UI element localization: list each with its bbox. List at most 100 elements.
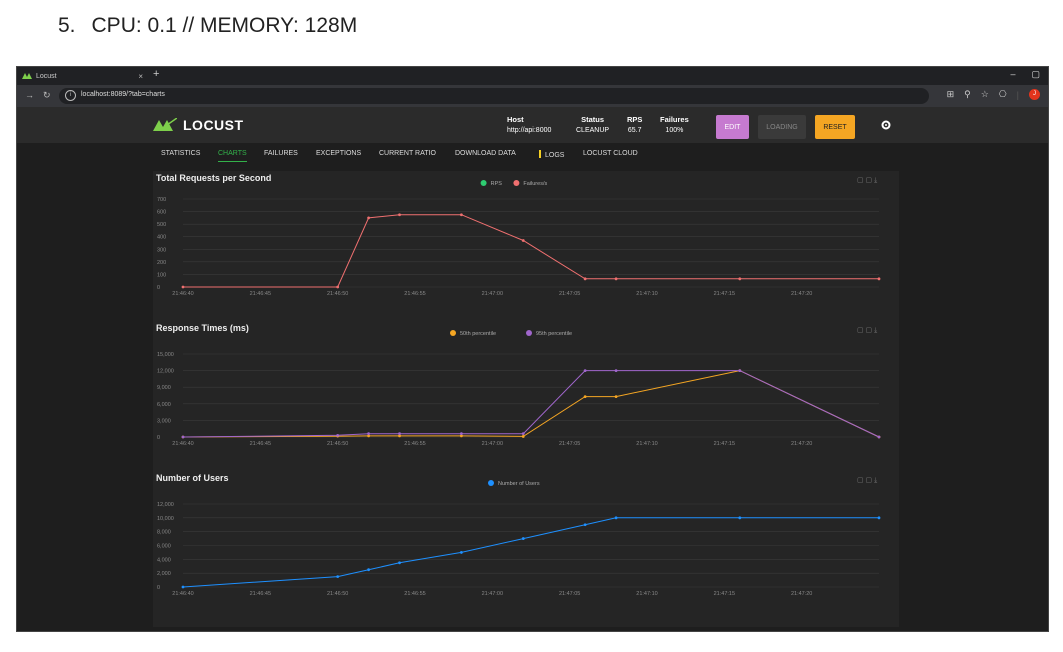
host-stat: Host http://api:8000: [507, 115, 551, 134]
data-point: [460, 551, 463, 554]
restore-button[interactable]: ▢: [1031, 69, 1040, 80]
theme-toggle-icon[interactable]: [881, 120, 891, 130]
tab-locust-cloud[interactable]: LOCUST CLOUD: [583, 150, 638, 157]
x-tick-label: 21:46:40: [172, 591, 193, 597]
rps-stat: RPS 65.7: [627, 115, 642, 134]
data-point: [738, 516, 742, 520]
y-tick-label: 6,000: [157, 544, 171, 550]
translate-icon[interactable]: ⊞: [947, 89, 955, 100]
loading-button[interactable]: LOADING: [758, 115, 806, 139]
host-value: http://api:8000: [507, 127, 552, 134]
tab-failures[interactable]: FAILURES: [264, 150, 298, 157]
legend-swatch-icon: [480, 180, 487, 186]
legend-swatch-icon: [526, 330, 532, 336]
y-tick-label: 400: [157, 235, 166, 241]
doc-heading: 5. CPU: 0.1 // MEMORY: 128M: [58, 14, 357, 38]
x-tick-label: 21:47:15: [714, 591, 735, 597]
x-tick-label: 21:46:45: [250, 591, 271, 597]
reload-icon[interactable]: ↻: [43, 90, 51, 101]
y-tick-label: 0: [157, 585, 160, 591]
data-point: [614, 516, 618, 520]
charts-panel: Total Requests per Second ▢ ▢ ⤓ RPS Failure…: [153, 171, 899, 627]
address-bar: → ↻ i localhost:8089/?tab=charts ⊞ ⚲ ☆ ⎔…: [17, 85, 1048, 107]
tab-logs-label: LOGS: [545, 152, 565, 159]
data-point: [877, 277, 881, 281]
site-info-icon[interactable]: i: [65, 90, 76, 101]
tab-statistics[interactable]: STATISTICS: [161, 150, 200, 157]
legend-label: Failures/s: [523, 181, 547, 187]
browser-tab-locust[interactable]: Locust ×: [17, 67, 149, 85]
minimize-button[interactable]: –: [1010, 69, 1015, 80]
data-point: [583, 395, 587, 399]
data-point: [181, 435, 185, 439]
data-point: [336, 433, 340, 437]
heading-text: CPU: 0.1 // MEMORY: 128M: [91, 14, 358, 37]
data-point: [614, 395, 618, 399]
y-tick-label: 12,000: [157, 369, 174, 375]
data-point: [181, 285, 185, 289]
data-point: [614, 277, 618, 281]
browser-window: Locust × + – ▢ → ↻ i localhost:8089/?tab…: [16, 66, 1049, 632]
logo-text: LOCUST: [183, 117, 244, 133]
y-tick-label: 2,000: [157, 571, 171, 577]
data-point: [738, 277, 742, 281]
tab-exceptions[interactable]: EXCEPTIONS: [316, 150, 361, 157]
y-tick-label: 15,000: [157, 352, 174, 358]
x-tick-label: 21:47:10: [636, 441, 657, 447]
failures-label: Failures: [660, 115, 689, 124]
tab-close-icon[interactable]: ×: [138, 72, 143, 81]
tab-title: Locust: [36, 72, 57, 80]
y-tick-label: 200: [157, 260, 166, 266]
legend-label: 50th percentile: [460, 331, 496, 337]
failures-stat: Failures 100%: [660, 115, 689, 134]
legend-swatch-icon: [513, 180, 520, 186]
data-point: [877, 516, 881, 520]
x-tick-label: 21:47:00: [482, 291, 503, 297]
reset-button[interactable]: RESET: [815, 115, 855, 139]
x-tick-label: 21:46:50: [327, 441, 348, 447]
rps-label: RPS: [627, 115, 643, 124]
url-text[interactable]: localhost:8089/?tab=charts: [81, 91, 165, 98]
x-tick-label: 21:47:00: [482, 441, 503, 447]
data-point: [181, 585, 185, 589]
status-label: Status: [581, 115, 604, 124]
forward-icon[interactable]: →: [25, 90, 34, 100]
profile-avatar[interactable]: J: [1029, 89, 1040, 100]
x-tick-label: 21:47:10: [636, 591, 657, 597]
x-tick-label: 21:47:00: [482, 591, 503, 597]
x-tick-label: 21:46:55: [404, 441, 425, 447]
charts-svg: Total Requests per Second ▢ ▢ ⤓ RPS Failure…: [156, 173, 881, 597]
data-point: [583, 277, 587, 281]
data-point: [521, 239, 525, 242]
tab-charts[interactable]: CHARTS: [218, 150, 247, 162]
zoom-icon[interactable]: ⚲: [964, 89, 971, 100]
tab-logs[interactable]: LOGS: [539, 150, 564, 159]
data-point: [614, 369, 618, 372]
x-tick-label: 21:46:45: [250, 441, 271, 447]
status-stat: Status CLEANUP: [576, 115, 609, 134]
x-tick-label: 21:46:55: [404, 591, 425, 597]
series-line: [183, 214, 879, 288]
rps-value: 65.7: [627, 127, 642, 134]
new-tab-button[interactable]: +: [153, 68, 159, 80]
x-tick-label: 21:46:50: [327, 291, 348, 297]
status-value: CLEANUP: [576, 127, 610, 134]
tab-current-ratio[interactable]: CURRENT RATIO: [379, 150, 436, 157]
tab-download-data[interactable]: DOWNLOAD DATA: [455, 150, 516, 157]
data-point: [521, 432, 525, 436]
y-tick-label: 600: [157, 210, 166, 216]
logs-indicator-icon: [539, 150, 541, 158]
tab-bar: Locust × + – ▢: [17, 67, 1048, 85]
chart-toolbox-icon: ▢ ▢ ⤓: [857, 177, 877, 184]
bookmark-star-icon[interactable]: ☆: [981, 89, 989, 100]
extensions-icon[interactable]: ⎔: [999, 89, 1007, 100]
x-tick-label: 21:46:50: [327, 591, 348, 597]
y-tick-label: 0: [157, 435, 160, 441]
x-tick-label: 21:47:10: [636, 291, 657, 297]
data-point: [877, 435, 881, 439]
edit-button[interactable]: EDIT: [716, 115, 749, 139]
locust-logo: LOCUST: [153, 117, 244, 133]
omnibox[interactable]: i localhost:8089/?tab=charts: [59, 88, 929, 104]
x-tick-label: 21:47:15: [714, 291, 735, 297]
data-point: [521, 435, 525, 438]
